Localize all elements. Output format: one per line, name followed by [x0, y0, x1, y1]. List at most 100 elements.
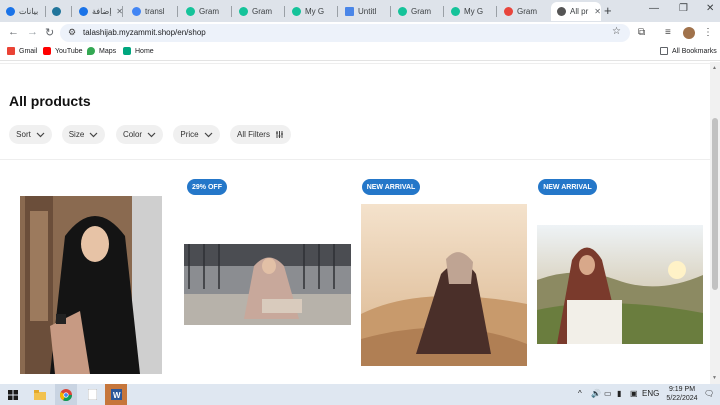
youtube-icon: [43, 47, 51, 55]
wordpress-icon: [52, 7, 61, 16]
avatar[interactable]: [683, 27, 695, 39]
reading-list-icon[interactable]: ≡: [665, 27, 671, 38]
clock-time: 9:19 PM: [668, 386, 696, 393]
divider: [0, 63, 710, 64]
bookmark-maps[interactable]: Maps: [87, 47, 116, 55]
grammarly-icon: [186, 7, 195, 16]
window-close-icon[interactable]: ✕: [706, 3, 714, 14]
all-bookmarks[interactable]: All Bookmarks: [660, 47, 717, 55]
tray-app-icon[interactable]: ▣: [630, 389, 638, 398]
product-image[interactable]: [184, 244, 351, 325]
new-arrival-badge: NEW ARRIVAL: [362, 179, 420, 195]
tab-favicon-icon: [504, 7, 513, 16]
grammarly-icon: [292, 7, 301, 16]
battery-icon[interactable]: ▮: [617, 389, 621, 398]
new-tab-icon[interactable]: +: [604, 3, 612, 18]
browser-tab[interactable]: إضافة ✕: [73, 2, 123, 21]
scrollbar-thumb[interactable]: [712, 118, 718, 290]
browser-tab[interactable]: Gram: [233, 2, 285, 21]
tab-separator: [284, 6, 285, 17]
word-icon[interactable]: W: [105, 384, 127, 405]
tab-favicon-icon: [557, 7, 566, 16]
tab-separator: [177, 6, 178, 17]
chevron-down-icon: [204, 132, 213, 137]
network-icon[interactable]: ▭: [604, 389, 612, 398]
chevron-down-icon: [36, 132, 45, 137]
notepad-icon[interactable]: [81, 384, 103, 405]
taskbar-clock[interactable]: 9:19 PM 5/22/2024: [665, 385, 699, 403]
tray-overflow-icon[interactable]: ^: [578, 389, 582, 398]
browser-tab[interactable]: بيانات: [0, 2, 46, 21]
bookmark-gmail[interactable]: Gmail: [7, 47, 37, 55]
document-icon: [345, 7, 354, 16]
scroll-up-icon[interactable]: ▲: [712, 65, 717, 71]
new-arrival-badge: NEW ARRIVAL: [538, 179, 597, 195]
file-explorer-icon[interactable]: [29, 384, 51, 405]
tab-favicon-icon: [79, 7, 88, 16]
size-filter-button[interactable]: Size: [62, 125, 105, 144]
tab-separator: [337, 6, 338, 17]
reload-icon[interactable]: ↻: [45, 26, 54, 39]
menu-icon[interactable]: ⋮: [703, 27, 713, 38]
product-image[interactable]: [537, 225, 703, 344]
browser-tab[interactable]: Gram: [498, 2, 550, 21]
extensions-icon[interactable]: ⧉: [638, 27, 645, 38]
product-photo-woman-in-desert: [361, 204, 527, 366]
browser-tab[interactable]: transl: [126, 2, 178, 21]
site-info-icon[interactable]: ⚙: [68, 27, 76, 38]
browser-toolbar: ← → ↻ ⚙ talashijab.myzammit.shop/en/shop…: [0, 22, 720, 44]
url-text[interactable]: talashijab.myzammit.shop/en/shop: [83, 28, 206, 37]
gmail-icon: [7, 47, 15, 55]
browser-tab[interactable]: My G: [286, 2, 338, 21]
clock-date: 5/22/2024: [666, 395, 698, 402]
tab-close-icon[interactable]: ✕: [594, 7, 601, 16]
browser-tab[interactable]: My G: [445, 2, 497, 21]
forward-icon[interactable]: →: [27, 26, 38, 38]
windows-start-icon[interactable]: [2, 384, 24, 405]
folder-icon: [660, 47, 668, 55]
tab-favicon-icon: [6, 7, 15, 16]
browser-tab[interactable]: Untitl: [339, 2, 391, 21]
language-indicator[interactable]: ENG: [642, 389, 659, 398]
volume-icon[interactable]: 🔊: [591, 389, 601, 398]
grammarly-icon: [239, 7, 248, 16]
back-icon[interactable]: ←: [8, 26, 19, 38]
page-scrollbar[interactable]: ▲ ▼: [710, 62, 720, 384]
browser-tab[interactable]: [46, 2, 72, 21]
product-image[interactable]: [20, 196, 162, 374]
shop-page: All products Sort Size Color Price All F…: [0, 62, 710, 384]
browser-tab-strip: بيانات إضافة ✕ transl Gram Gram My G Unt…: [0, 0, 720, 22]
svg-text:W: W: [113, 391, 121, 400]
tab-separator: [71, 6, 72, 17]
all-filters-button[interactable]: All Filters: [230, 125, 291, 144]
divider: [0, 159, 710, 160]
notifications-icon[interactable]: 🗨: [704, 389, 714, 398]
tab-separator: [122, 6, 123, 17]
bookmarks-bar: Gmail YouTube Maps Home All Bookmarks: [0, 44, 720, 61]
sort-filter-button[interactable]: Sort: [9, 125, 52, 144]
color-filter-button[interactable]: Color: [116, 125, 163, 144]
chrome-icon[interactable]: [55, 384, 77, 405]
grammarly-icon: [451, 7, 460, 16]
sliders-icon: [275, 131, 283, 138]
browser-tab-active[interactable]: All pr ✕: [551, 2, 601, 21]
address-bar[interactable]: ⚙ talashijab.myzammit.shop/en/shop ☆: [60, 24, 630, 42]
page-title: All products: [9, 93, 91, 109]
minimize-icon[interactable]: —: [649, 3, 659, 14]
browser-tab[interactable]: Gram: [392, 2, 444, 21]
scroll-down-icon[interactable]: ▼: [712, 375, 717, 381]
product-photo-hijab-woman-at-door: [20, 196, 162, 374]
price-filter-button[interactable]: Price: [173, 125, 220, 144]
browser-tab[interactable]: Gram: [180, 2, 232, 21]
product-image[interactable]: [361, 204, 527, 366]
bookmark-youtube[interactable]: YouTube: [43, 47, 83, 55]
maps-icon: [87, 47, 95, 55]
bookmark-home[interactable]: Home: [123, 47, 154, 55]
product-photo-hijab-woman-sitting: [184, 244, 351, 325]
product-photo-woman-outdoors: [537, 225, 703, 344]
bookmark-star-icon[interactable]: ☆: [612, 26, 621, 37]
tab-separator: [496, 6, 497, 17]
home-app-icon: [123, 47, 131, 55]
restore-icon[interactable]: ❐: [679, 3, 688, 14]
discount-badge: 29% OFF: [187, 179, 227, 195]
